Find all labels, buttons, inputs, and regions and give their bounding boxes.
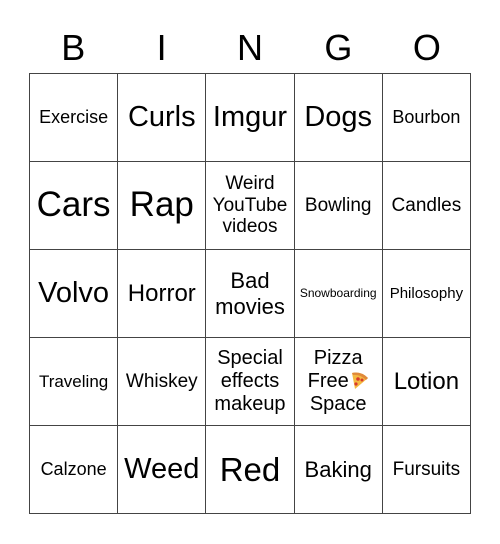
bingo-cell[interactable]: Red (206, 426, 295, 514)
bingo-cell[interactable]: Horror (118, 250, 207, 338)
bingo-cell[interactable]: Lotion (382, 338, 471, 426)
bingo-cell[interactable]: Imgur (206, 74, 295, 162)
bingo-cell[interactable]: Candles (382, 162, 471, 250)
free-space-line1: Pizza (313, 347, 363, 369)
bingo-card: Exercise Curls Imgur Dogs Bourbon Cars R… (29, 73, 471, 514)
bingo-cell[interactable]: Cars (30, 162, 119, 250)
bingo-cell[interactable]: Special effects makeup (206, 338, 295, 426)
bingo-cell[interactable]: Dogs (294, 74, 383, 162)
free-space-line3: Space (309, 393, 367, 415)
bingo-cell[interactable]: Snowboarding (294, 250, 383, 338)
bingo-cell[interactable]: Weird YouTube videos (206, 162, 295, 250)
bingo-cell[interactable]: Bad movies (206, 250, 295, 338)
header-letter-o: O (412, 27, 441, 68)
bingo-cell[interactable]: Rap (118, 162, 207, 250)
header-letter-n: N (237, 27, 264, 68)
bingo-cell[interactable]: Traveling (30, 338, 119, 426)
free-space-line2: Free (307, 370, 349, 392)
bingo-cell[interactable]: Bowling (294, 162, 383, 250)
bingo-cell[interactable]: Calzone (30, 426, 119, 514)
bingo-cell[interactable]: Fursuits (382, 426, 471, 514)
bingo-cell[interactable]: Curls (118, 74, 207, 162)
free-space-cell[interactable]: Pizza Free Space (294, 338, 383, 426)
header-letter-i: I (156, 27, 167, 68)
bingo-cell[interactable]: Bourbon (382, 74, 471, 162)
bingo-cell[interactable]: Exercise (30, 74, 119, 162)
bingo-cell[interactable]: Whiskey (118, 338, 207, 426)
bingo-header: B I N G O (29, 24, 471, 72)
pizza-icon (351, 372, 368, 389)
bingo-cell[interactable]: Weed (118, 426, 207, 514)
bingo-cell[interactable]: Volvo (30, 250, 119, 338)
header-letter-b: B (61, 27, 86, 68)
header-letter-g: G (324, 27, 353, 68)
bingo-cell[interactable]: Baking (294, 426, 383, 514)
bingo-cell[interactable]: Philosophy (382, 250, 471, 338)
